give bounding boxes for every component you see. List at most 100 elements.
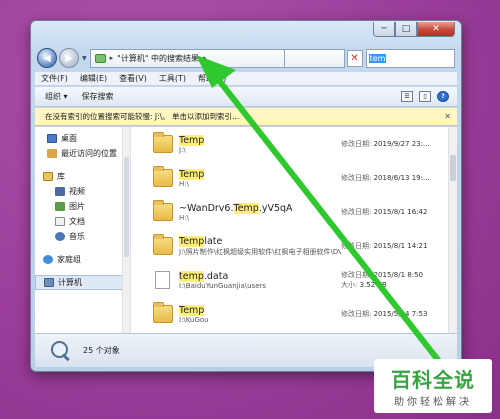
address-bar: ◀ ▶ ▼ ▸ "计算机" 中的搜索结果 ▸ ✕ tem [37,47,455,69]
nav-item-library[interactable]: 库 [35,169,130,184]
forward-button[interactable]: ▶ [59,48,79,68]
file-path: H:\ [179,179,189,188]
search-input[interactable]: tem [365,48,455,68]
save-search-button[interactable]: 保存搜索 [82,91,114,102]
desktop-icon [47,134,57,143]
file-name: Temp [179,168,205,180]
document-icon [155,271,170,289]
command-toolbar: 组织 ▾ 保存搜索 ☰ ▯ ? [35,87,457,107]
file-path: I:\BaiduYunGuanjia\users [179,281,267,290]
nav-item-computer[interactable]: 计算机 [35,275,130,290]
watermark-title: 百科全说 [391,368,475,392]
file-meta: 修改日期: 2018/6/13 19:... [341,174,430,182]
pictures-icon [55,202,65,211]
info-bar-text: 在没有索引的位置搜索可能较慢: J:\。 单击以添加到索引... [45,112,240,121]
list-item[interactable]: Temp J:\ 修改日期: 2019/9/27 23:... [131,127,457,161]
results-scrollbar[interactable] [448,127,457,333]
list-item[interactable]: ~WanDrv6.Temp.yV5qA H:\ 修改日期: 2015/8/1 1… [131,195,457,229]
file-name: Temp [179,134,205,146]
library-icon [43,172,53,181]
file-path: J:\照片制作\红枫超级实用软件\红枫电子相册软件\DVD相册电影故事... [179,247,341,256]
address-dropdown[interactable] [284,48,345,68]
nav-item-homegroup[interactable]: 家庭组 [35,252,130,267]
nav-label: 库 [57,172,65,181]
nav-item-documents[interactable]: 文档 [35,214,130,229]
file-meta: 修改日期: 2019/9/27 23:... [341,140,430,148]
info-bar-close-icon[interactable]: ✕ [444,112,451,121]
file-path: H:\ [179,213,189,222]
video-icon [55,187,65,196]
organize-button[interactable]: 组织 ▾ [45,91,68,102]
nav-label: 文档 [69,217,85,226]
file-name: Temp [179,304,205,316]
nav-item-desktop[interactable]: 桌面 [35,131,130,146]
watermark-subtitle: 助你轻松解决 [394,397,472,408]
nav-item-video[interactable]: 视频 [35,184,130,199]
results-scrollbar-thumb[interactable] [450,155,456,181]
nav-item-pictures[interactable]: 图片 [35,199,130,214]
search-results-list: Temp J:\ 修改日期: 2019/9/27 23:... Temp H:\… [131,127,457,333]
folder-icon [153,200,173,221]
file-name: Template [179,235,223,247]
view-controls: ☰ ▯ ? [401,91,457,102]
window-controls: ─ □ ✕ [373,22,455,37]
object-count: 25 个对象 [83,346,120,355]
nav-label: 音乐 [69,232,85,241]
folder-icon [153,302,173,323]
search-icon [49,340,71,362]
explorer-window: ─ □ ✕ ◀ ▶ ▼ ▸ "计算机" 中的搜索结果 ▸ ✕ tem 文件(F)… [30,20,462,372]
stop-search-button[interactable]: ✕ [346,49,363,67]
file-meta: 修改日期: 2015/8/1 14:21 [341,242,428,250]
nav-label: 桌面 [61,134,77,143]
search-folder-icon [94,53,106,63]
recent-pages-dropdown-icon[interactable]: ▼ [82,55,87,62]
close-button[interactable]: ✕ [417,22,455,37]
file-path: J:\ [179,145,186,154]
menu-file[interactable]: 文件(F) [41,73,68,84]
menu-help[interactable]: 帮助(H) [198,73,226,84]
navigation-pane: 桌面 最近访问的位置 库 视频 图片 文档 音乐 家庭组 计算机 [35,127,131,333]
list-item[interactable]: Temp H:\ 修改日期: 2018/6/13 19:... [131,161,457,195]
folder-icon [153,234,173,255]
recent-places-icon [47,149,57,158]
file-name: temp.data [179,270,229,282]
back-arrow-icon: ◀ [43,52,51,64]
breadcrumb-label[interactable]: "计算机" 中的搜索结果 [117,53,199,64]
menu-view[interactable]: 查看(V) [119,73,147,84]
breadcrumb-separator-icon: ▸ [109,54,114,62]
menu-tools[interactable]: 工具(T) [159,73,186,84]
nav-label: 最近访问的位置 [61,149,117,158]
nav-scrollbar[interactable] [122,127,130,333]
breadcrumb-chevron-icon[interactable]: ▸ [203,54,207,62]
back-button[interactable]: ◀ [37,48,57,68]
help-icon[interactable]: ? [437,91,449,102]
nav-label: 视频 [69,187,85,196]
index-info-bar[interactable]: 在没有索引的位置搜索可能较慢: J:\。 单击以添加到索引... ✕ [35,108,457,126]
folder-icon [153,132,173,153]
nav-label: 家庭组 [57,255,81,264]
preview-pane-icon[interactable]: ▯ [419,91,431,102]
file-meta: 修改日期: 2015/8/1 16:42 [341,208,428,216]
file-name: ~WanDrv6.Temp.yV5qA [179,202,293,214]
maximize-button[interactable]: □ [395,22,417,37]
list-item[interactable]: temp.data I:\BaiduYunGuanjia\users 修改日期:… [131,263,457,297]
menu-bar: 文件(F) 编辑(E) 查看(V) 工具(T) 帮助(H) [35,72,457,86]
file-path: I:\KuGou [179,315,209,324]
nav-item-recent[interactable]: 最近访问的位置 [35,146,130,161]
folder-icon [153,166,173,187]
watermark-logo: 百科全说 助你轻松解决 [374,359,492,413]
homegroup-icon [43,255,53,264]
nav-item-music[interactable]: 音乐 [35,229,130,244]
forward-arrow-icon: ▶ [65,52,73,64]
breadcrumb[interactable]: ▸ "计算机" 中的搜索结果 ▸ [89,48,285,68]
file-meta: 修改日期: 2015/5/14 7:53 [341,310,428,318]
menu-edit[interactable]: 编辑(E) [80,73,107,84]
music-icon [55,232,65,241]
list-item[interactable]: Temp I:\KuGou 修改日期: 2015/5/14 7:53 [131,297,457,331]
view-options-icon[interactable]: ☰ [401,91,413,102]
list-item[interactable]: Template J:\照片制作\红枫超级实用软件\红枫电子相册软件\DVD相册… [131,229,457,263]
search-query-text[interactable]: tem [368,53,387,63]
nav-scrollbar-thumb[interactable] [124,157,129,257]
minimize-button[interactable]: ─ [373,22,395,37]
computer-icon [44,278,54,287]
